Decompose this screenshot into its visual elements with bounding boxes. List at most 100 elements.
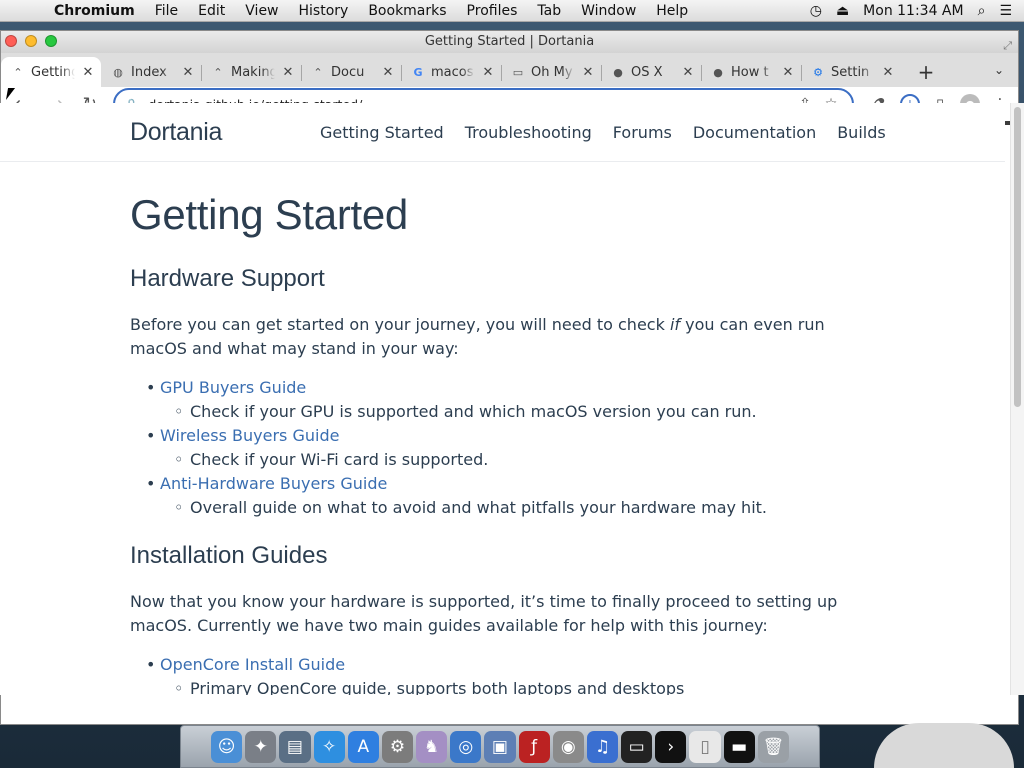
- menu-window[interactable]: Window: [571, 3, 646, 19]
- trash-icon[interactable]: 🗑: [757, 730, 789, 763]
- tab-getting-started[interactable]: ⌃ Getting Started | Dortania ✕: [1, 57, 101, 87]
- clock[interactable]: Mon 11:34 AM: [863, 3, 963, 19]
- dock: ☺ ✦ ▤ ✧ A ⚙ ♞ ◎ ▣ ƒ ◉ ♫ ▭ › ▯ ▬ 🗑: [180, 725, 820, 768]
- spotlight-search-icon[interactable]: ⌕: [978, 3, 986, 19]
- menu-bookmarks[interactable]: Bookmarks: [358, 3, 456, 19]
- tab-label: OS X: [631, 64, 663, 80]
- itunes-icon[interactable]: ♫: [586, 730, 619, 763]
- tab-label: How t: [731, 64, 769, 80]
- gpu-buyers-guide-link[interactable]: GPU Buyers Guide: [160, 378, 306, 397]
- menu-edit[interactable]: Edit: [188, 3, 235, 19]
- menu-profiles[interactable]: Profiles: [457, 3, 528, 19]
- nav-getting-started[interactable]: Getting Started: [320, 123, 444, 142]
- opencore-install-guide-link[interactable]: OpenCore Install Guide: [160, 655, 345, 674]
- list-item-description: Check if your GPU is supported and which…: [174, 400, 870, 424]
- tab-making[interactable]: ⌃ Making ✕: [201, 57, 301, 87]
- site-logo[interactable]: Dortania: [130, 118, 320, 147]
- virtualbox-icon[interactable]: ▣: [484, 730, 516, 763]
- menu-tab[interactable]: Tab: [527, 3, 571, 19]
- list-item: GPU Buyers Guide Check if your GPU is su…: [146, 376, 870, 424]
- close-tab-icon[interactable]: ✕: [81, 65, 95, 80]
- installation-intro: Now that you know your hardware is suppo…: [130, 592, 838, 635]
- minimize-window-button[interactable]: [25, 35, 37, 47]
- close-tab-icon[interactable]: ✕: [781, 65, 795, 80]
- hardware-intro: Before you can get started on your journ…: [130, 313, 870, 361]
- tab-os-x[interactable]: ● OS X ✕: [601, 57, 701, 87]
- document-icon[interactable]: ▯: [689, 730, 721, 763]
- close-tab-icon[interactable]: ✕: [281, 65, 295, 80]
- tab-label: Making: [231, 64, 275, 80]
- notification-center-icon[interactable]: ☰: [999, 3, 1012, 19]
- window-titlebar: Getting Started | Dortania ⤢: [1, 31, 1018, 53]
- list-item-description: Primary OpenCore guide, supports both la…: [174, 677, 870, 695]
- desktop-character-image: [874, 723, 1014, 768]
- tab-search-chevron-icon[interactable]: ⌄: [994, 63, 1004, 77]
- close-tab-icon[interactable]: ✕: [881, 65, 895, 80]
- unicorn-app-icon[interactable]: ♞: [416, 730, 448, 763]
- app-store-icon[interactable]: A: [347, 730, 379, 763]
- anti-hardware-buyers-guide-link[interactable]: Anti-Hardware Buyers Guide: [160, 474, 387, 493]
- tab-macos-search[interactable]: G macos ✕: [401, 57, 501, 87]
- flash-icon[interactable]: ƒ: [518, 730, 550, 763]
- terminal-icon[interactable]: ›: [655, 730, 687, 763]
- tab-how-to[interactable]: ● How t ✕: [701, 57, 801, 87]
- tab-label: macos: [431, 64, 474, 80]
- disk-utility-icon[interactable]: ◉: [552, 730, 584, 763]
- tab-label: Docu: [331, 64, 365, 80]
- nav-builds[interactable]: Builds: [837, 123, 886, 142]
- menu-file[interactable]: File: [145, 3, 188, 19]
- web-page: Dortania Getting Started Troubleshooting…: [0, 103, 1005, 695]
- tab-docu[interactable]: ⌃ Docu ✕: [301, 57, 401, 87]
- display-icon[interactable]: ▬: [723, 730, 755, 763]
- nav-forums[interactable]: Forums: [613, 123, 672, 142]
- tab-strip: ⌃ Getting Started | Dortania ✕ ◍ Index ✕…: [1, 53, 1018, 87]
- gear-icon: ⚙: [813, 65, 823, 79]
- list-item-description: Overall guide on what to avoid and what …: [174, 496, 870, 520]
- close-tab-icon[interactable]: ✕: [681, 65, 695, 80]
- page-title: Getting Started: [130, 191, 408, 238]
- chromium-icon[interactable]: ◎: [450, 730, 482, 763]
- time-machine-icon[interactable]: ◷: [810, 3, 822, 19]
- new-tab-button[interactable]: +: [911, 57, 941, 87]
- close-tab-icon[interactable]: ✕: [481, 65, 495, 80]
- window-title: Getting Started | Dortania: [424, 34, 595, 49]
- intro-text: Before you can get started on your journ…: [130, 315, 670, 334]
- eject-icon[interactable]: ⏏: [836, 3, 849, 19]
- list-item: Anti-Hardware Buyers Guide Overall guide…: [146, 472, 870, 520]
- apple-icon: ●: [613, 65, 623, 79]
- close-tab-icon[interactable]: ✕: [581, 65, 595, 80]
- site-header: Dortania Getting Started Troubleshooting…: [0, 103, 1005, 162]
- menu-help[interactable]: Help: [646, 3, 698, 19]
- tab-index[interactable]: ◍ Index ✕: [101, 57, 201, 87]
- laptop-icon: ▭: [512, 65, 524, 79]
- list-item-description: Check if your Wi-Fi card is supported.: [174, 448, 870, 472]
- finder-icon[interactable]: ☺: [211, 730, 243, 763]
- close-tab-icon[interactable]: ✕: [381, 65, 395, 80]
- hardware-guide-list: GPU Buyers Guide Check if your GPU is su…: [130, 376, 870, 520]
- zoom-window-button[interactable]: [45, 35, 57, 47]
- menu-history[interactable]: History: [289, 3, 359, 19]
- close-tab-icon[interactable]: ✕: [181, 65, 195, 80]
- tab-label: Getting Started | Dortania: [31, 64, 75, 80]
- tab-oh-my[interactable]: ▭ Oh My ✕: [501, 57, 601, 87]
- launchpad-icon[interactable]: ✦: [245, 730, 277, 763]
- system-preferences-icon[interactable]: ⚙: [381, 730, 414, 763]
- preview-icon[interactable]: ▤: [279, 730, 311, 763]
- close-window-button[interactable]: [5, 35, 17, 47]
- menu-view[interactable]: View: [235, 3, 288, 19]
- list-item: Wireless Buyers Guide Check if your Wi-F…: [146, 424, 870, 472]
- tab-settings[interactable]: ⚙ Settin ✕: [801, 57, 901, 87]
- installation-guide-list: OpenCore Install Guide Primary OpenCore …: [130, 653, 870, 695]
- scrollbar-thumb[interactable]: [1014, 107, 1021, 407]
- screen-icon[interactable]: ▭: [621, 730, 653, 763]
- intro-emphasis: if: [669, 315, 681, 334]
- nav-troubleshooting[interactable]: Troubleshooting: [465, 123, 592, 142]
- globe-icon: ◍: [113, 65, 123, 79]
- safari-icon[interactable]: ✧: [313, 730, 345, 763]
- wireless-buyers-guide-link[interactable]: Wireless Buyers Guide: [160, 426, 339, 445]
- apple-icon: ●: [713, 65, 723, 79]
- menu-app-name[interactable]: Chromium: [54, 3, 145, 19]
- page-scrollbar[interactable]: [1010, 103, 1024, 695]
- nav-documentation[interactable]: Documentation: [693, 123, 816, 142]
- menu-bar: Chromium File Edit View History Bookmark…: [0, 0, 1024, 22]
